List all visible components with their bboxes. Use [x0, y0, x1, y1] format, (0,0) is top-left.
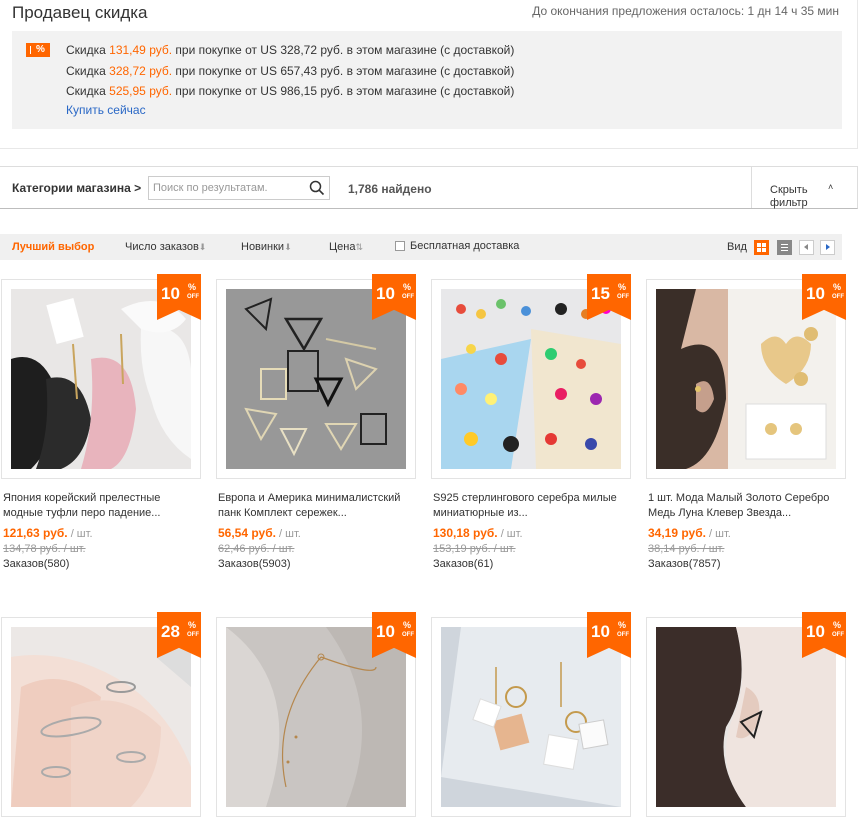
product-image[interactable]: 15% OFF [431, 274, 631, 479]
sort-orders[interactable]: Число заказов⬇ [125, 241, 206, 253]
promo-line: Скидка 525,95 руб. при покупке от US 986… [66, 84, 515, 98]
sort-bar: Лучший выбор Число заказов⬇ Новинки⬇ Цен… [0, 234, 842, 260]
chevron-up-icon: ˄ [828, 182, 834, 192]
arrow-down-icon: ⬇ [198, 242, 207, 252]
product-orders: Заказов(580) [3, 558, 70, 570]
product-title-link[interactable]: 1 шт. Мода Малый Золото Серебро Медь Лун… [648, 491, 848, 521]
product-title-link[interactable]: S925 стерлингового серебра милые миниатю… [433, 491, 633, 521]
product-image[interactable]: 28% OFF [1, 612, 201, 817]
buy-now-link[interactable]: Купить сейчас [66, 102, 514, 118]
search-box [148, 176, 330, 200]
product-price: 34,19 руб. / шт. [648, 526, 731, 540]
sort-price[interactable]: Цена⇅ [329, 241, 363, 253]
category-bar: Категории магазина > 1,786 найдено Скрыт… [0, 166, 858, 209]
hide-filter-label: Скрыть фильтр [770, 184, 808, 209]
prev-page-icon[interactable] [799, 240, 814, 255]
arrow-down-icon: ⬇ [284, 242, 292, 252]
promo-line: Скидка 328,72 руб. при покупке от US 657… [66, 63, 515, 78]
free-shipping-label: Бесплатная доставка [410, 240, 520, 252]
sort-updown-icon: ⇅ [355, 242, 363, 252]
product-old-price: 62,46 руб. / шт. [218, 543, 295, 555]
percent-badge-icon: % [26, 43, 50, 57]
product-title-link[interactable]: Япония корейский прелестные модные туфли… [3, 491, 203, 521]
free-shipping-filter[interactable]: Бесплатная доставка [395, 240, 519, 252]
grid-view-icon[interactable] [754, 240, 769, 255]
promo-title: Продавец скидка [12, 3, 148, 22]
product-orders: Заказов(5903) [218, 558, 291, 570]
hide-filter-button[interactable]: Скрыть фильтр ˄ [751, 167, 857, 209]
search-input[interactable] [149, 177, 304, 199]
results-count: 1,786 найдено [348, 182, 432, 196]
product-price: 130,18 руб. / шт. [433, 526, 523, 540]
product-orders: Заказов(7857) [648, 558, 721, 570]
product-orders: Заказов(61) [433, 558, 494, 570]
product-old-price: 153,19 руб. / шт. [433, 543, 516, 555]
view-label: Вид [727, 241, 747, 253]
promo-line: Скидка 131,49 руб. при покупке от US 328… [66, 43, 515, 57]
product-old-price: 134,78 руб. / шт. [3, 543, 86, 555]
product-image[interactable]: 10% OFF [646, 274, 846, 479]
product-image[interactable]: 10% OFF [216, 274, 416, 479]
sort-newest[interactable]: Новинки⬇ [241, 241, 292, 253]
product-image[interactable]: 10% OFF [431, 612, 631, 817]
seller-discount-section: Продавец скидка До окончания предложения… [0, 0, 858, 149]
product-image[interactable]: 10% OFF [1, 274, 201, 479]
free-shipping-checkbox[interactable] [395, 241, 405, 251]
product-title-link[interactable]: Европа и Америка минималистский панк Ком… [218, 491, 418, 521]
sort-best-match[interactable]: Лучший выбор [12, 241, 94, 253]
store-categories-button[interactable]: Категории магазина > [12, 181, 141, 195]
product-old-price: 38,14 руб. / шт. [648, 543, 725, 555]
next-page-icon[interactable] [820, 240, 835, 255]
promo-lines: Скидка 131,49 руб. при покупке от US 328… [66, 42, 514, 118]
promo-timer: До окончания предложения осталось: 1 дн … [532, 4, 839, 18]
promo-box: % Скидка 131,49 руб. при покупке от US 3… [12, 31, 842, 129]
product-price: 121,63 руб. / шт. [3, 526, 93, 540]
product-price: 56,54 руб. / шт. [218, 526, 301, 540]
product-image[interactable]: 10% OFF [646, 612, 846, 817]
product-image[interactable]: 10% OFF [216, 612, 416, 817]
list-view-icon[interactable] [777, 240, 792, 255]
search-icon[interactable] [309, 180, 325, 196]
